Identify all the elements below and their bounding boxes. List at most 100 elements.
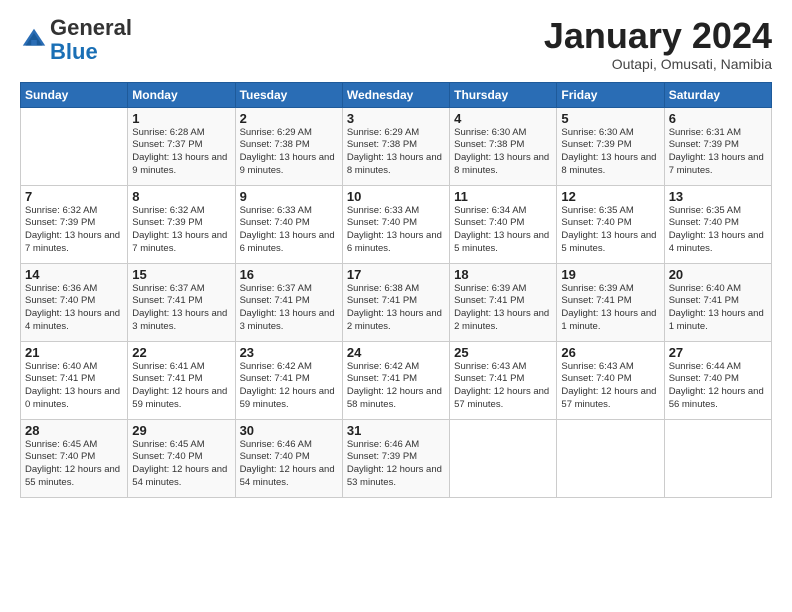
table-row: 27 Sunrise: 6:44 AM Sunset: 7:40 PM Dayl… — [664, 341, 771, 419]
table-row: 9 Sunrise: 6:33 AM Sunset: 7:40 PM Dayli… — [235, 185, 342, 263]
table-row: 23 Sunrise: 6:42 AM Sunset: 7:41 PM Dayl… — [235, 341, 342, 419]
week-row-4: 21 Sunrise: 6:40 AM Sunset: 7:41 PM Dayl… — [21, 341, 772, 419]
day-number: 15 — [132, 267, 230, 282]
table-row — [557, 419, 664, 497]
table-row: 24 Sunrise: 6:42 AM Sunset: 7:41 PM Dayl… — [342, 341, 449, 419]
day-info: Sunrise: 6:33 AM Sunset: 7:40 PM Dayligh… — [240, 205, 338, 256]
header-row: Sunday Monday Tuesday Wednesday Thursday… — [21, 82, 772, 107]
day-info: Sunrise: 6:41 AM Sunset: 7:41 PM Dayligh… — [132, 361, 230, 412]
table-row: 7 Sunrise: 6:32 AM Sunset: 7:39 PM Dayli… — [21, 185, 128, 263]
calendar-table: Sunday Monday Tuesday Wednesday Thursday… — [20, 82, 772, 498]
week-row-2: 7 Sunrise: 6:32 AM Sunset: 7:39 PM Dayli… — [21, 185, 772, 263]
col-saturday: Saturday — [664, 82, 771, 107]
table-row: 12 Sunrise: 6:35 AM Sunset: 7:40 PM Dayl… — [557, 185, 664, 263]
day-info: Sunrise: 6:45 AM Sunset: 7:40 PM Dayligh… — [132, 439, 230, 490]
col-thursday: Thursday — [450, 82, 557, 107]
day-info: Sunrise: 6:29 AM Sunset: 7:38 PM Dayligh… — [240, 127, 338, 178]
week-row-1: 1 Sunrise: 6:28 AM Sunset: 7:37 PM Dayli… — [21, 107, 772, 185]
day-number: 9 — [240, 189, 338, 204]
table-row: 5 Sunrise: 6:30 AM Sunset: 7:39 PM Dayli… — [557, 107, 664, 185]
table-row: 21 Sunrise: 6:40 AM Sunset: 7:41 PM Dayl… — [21, 341, 128, 419]
day-info: Sunrise: 6:35 AM Sunset: 7:40 PM Dayligh… — [669, 205, 767, 256]
day-number: 10 — [347, 189, 445, 204]
day-info: Sunrise: 6:30 AM Sunset: 7:39 PM Dayligh… — [561, 127, 659, 178]
day-number: 13 — [669, 189, 767, 204]
table-row — [664, 419, 771, 497]
table-row: 31 Sunrise: 6:46 AM Sunset: 7:39 PM Dayl… — [342, 419, 449, 497]
table-row: 1 Sunrise: 6:28 AM Sunset: 7:37 PM Dayli… — [128, 107, 235, 185]
day-number: 19 — [561, 267, 659, 282]
day-number: 12 — [561, 189, 659, 204]
month-title: January 2024 — [544, 16, 772, 56]
day-number: 28 — [25, 423, 123, 438]
day-number: 23 — [240, 345, 338, 360]
table-row: 11 Sunrise: 6:34 AM Sunset: 7:40 PM Dayl… — [450, 185, 557, 263]
day-info: Sunrise: 6:45 AM Sunset: 7:40 PM Dayligh… — [25, 439, 123, 490]
day-info: Sunrise: 6:34 AM Sunset: 7:40 PM Dayligh… — [454, 205, 552, 256]
day-info: Sunrise: 6:42 AM Sunset: 7:41 PM Dayligh… — [347, 361, 445, 412]
location: Outapi, Omusati, Namibia — [544, 56, 772, 72]
table-row: 29 Sunrise: 6:45 AM Sunset: 7:40 PM Dayl… — [128, 419, 235, 497]
day-info: Sunrise: 6:37 AM Sunset: 7:41 PM Dayligh… — [132, 283, 230, 334]
table-row: 17 Sunrise: 6:38 AM Sunset: 7:41 PM Dayl… — [342, 263, 449, 341]
table-row: 18 Sunrise: 6:39 AM Sunset: 7:41 PM Dayl… — [450, 263, 557, 341]
day-number: 7 — [25, 189, 123, 204]
day-number: 29 — [132, 423, 230, 438]
day-number: 11 — [454, 189, 552, 204]
day-info: Sunrise: 6:46 AM Sunset: 7:40 PM Dayligh… — [240, 439, 338, 490]
day-number: 2 — [240, 111, 338, 126]
week-row-3: 14 Sunrise: 6:36 AM Sunset: 7:40 PM Dayl… — [21, 263, 772, 341]
logo-blue-text: Blue — [50, 39, 98, 64]
day-number: 31 — [347, 423, 445, 438]
day-number: 1 — [132, 111, 230, 126]
table-row — [450, 419, 557, 497]
table-row: 14 Sunrise: 6:36 AM Sunset: 7:40 PM Dayl… — [21, 263, 128, 341]
col-sunday: Sunday — [21, 82, 128, 107]
day-info: Sunrise: 6:28 AM Sunset: 7:37 PM Dayligh… — [132, 127, 230, 178]
day-number: 14 — [25, 267, 123, 282]
title-block: January 2024 Outapi, Omusati, Namibia — [544, 16, 772, 72]
day-number: 25 — [454, 345, 552, 360]
col-friday: Friday — [557, 82, 664, 107]
table-row: 25 Sunrise: 6:43 AM Sunset: 7:41 PM Dayl… — [450, 341, 557, 419]
day-number: 26 — [561, 345, 659, 360]
week-row-5: 28 Sunrise: 6:45 AM Sunset: 7:40 PM Dayl… — [21, 419, 772, 497]
col-wednesday: Wednesday — [342, 82, 449, 107]
logo-icon — [20, 26, 48, 54]
table-row: 2 Sunrise: 6:29 AM Sunset: 7:38 PM Dayli… — [235, 107, 342, 185]
day-info: Sunrise: 6:42 AM Sunset: 7:41 PM Dayligh… — [240, 361, 338, 412]
table-row: 6 Sunrise: 6:31 AM Sunset: 7:39 PM Dayli… — [664, 107, 771, 185]
day-number: 20 — [669, 267, 767, 282]
header: General Blue January 2024 Outapi, Omusat… — [20, 16, 772, 72]
day-info: Sunrise: 6:33 AM Sunset: 7:40 PM Dayligh… — [347, 205, 445, 256]
table-row: 30 Sunrise: 6:46 AM Sunset: 7:40 PM Dayl… — [235, 419, 342, 497]
table-row: 13 Sunrise: 6:35 AM Sunset: 7:40 PM Dayl… — [664, 185, 771, 263]
day-info: Sunrise: 6:46 AM Sunset: 7:39 PM Dayligh… — [347, 439, 445, 490]
day-info: Sunrise: 6:32 AM Sunset: 7:39 PM Dayligh… — [25, 205, 123, 256]
table-row: 16 Sunrise: 6:37 AM Sunset: 7:41 PM Dayl… — [235, 263, 342, 341]
table-row: 10 Sunrise: 6:33 AM Sunset: 7:40 PM Dayl… — [342, 185, 449, 263]
day-info: Sunrise: 6:44 AM Sunset: 7:40 PM Dayligh… — [669, 361, 767, 412]
table-row: 28 Sunrise: 6:45 AM Sunset: 7:40 PM Dayl… — [21, 419, 128, 497]
day-info: Sunrise: 6:39 AM Sunset: 7:41 PM Dayligh… — [561, 283, 659, 334]
table-row: 20 Sunrise: 6:40 AM Sunset: 7:41 PM Dayl… — [664, 263, 771, 341]
table-row: 4 Sunrise: 6:30 AM Sunset: 7:38 PM Dayli… — [450, 107, 557, 185]
day-number: 21 — [25, 345, 123, 360]
table-row: 19 Sunrise: 6:39 AM Sunset: 7:41 PM Dayl… — [557, 263, 664, 341]
day-number: 30 — [240, 423, 338, 438]
day-number: 5 — [561, 111, 659, 126]
day-info: Sunrise: 6:40 AM Sunset: 7:41 PM Dayligh… — [669, 283, 767, 334]
day-info: Sunrise: 6:39 AM Sunset: 7:41 PM Dayligh… — [454, 283, 552, 334]
day-number: 17 — [347, 267, 445, 282]
table-row: 15 Sunrise: 6:37 AM Sunset: 7:41 PM Dayl… — [128, 263, 235, 341]
day-info: Sunrise: 6:37 AM Sunset: 7:41 PM Dayligh… — [240, 283, 338, 334]
day-info: Sunrise: 6:31 AM Sunset: 7:39 PM Dayligh… — [669, 127, 767, 178]
day-info: Sunrise: 6:40 AM Sunset: 7:41 PM Dayligh… — [25, 361, 123, 412]
table-row: 26 Sunrise: 6:43 AM Sunset: 7:40 PM Dayl… — [557, 341, 664, 419]
day-number: 16 — [240, 267, 338, 282]
table-row: 3 Sunrise: 6:29 AM Sunset: 7:38 PM Dayli… — [342, 107, 449, 185]
day-info: Sunrise: 6:32 AM Sunset: 7:39 PM Dayligh… — [132, 205, 230, 256]
table-row: 8 Sunrise: 6:32 AM Sunset: 7:39 PM Dayli… — [128, 185, 235, 263]
day-info: Sunrise: 6:43 AM Sunset: 7:41 PM Dayligh… — [454, 361, 552, 412]
table-row — [21, 107, 128, 185]
